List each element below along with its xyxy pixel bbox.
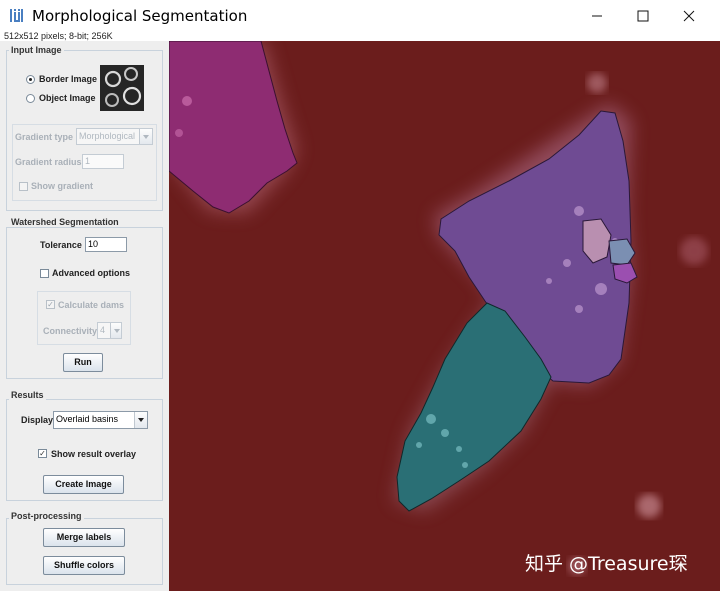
chevron-down-icon xyxy=(139,129,152,144)
border-image-label[interactable]: Border Image xyxy=(39,74,97,84)
cell-thumbnail-image xyxy=(100,65,144,111)
watershed-group-label: Watershed Segmentation xyxy=(9,217,121,227)
display-value: Overlaid basins xyxy=(56,414,119,424)
advanced-options-checkbox[interactable] xyxy=(40,269,49,278)
maximize-icon xyxy=(637,10,649,22)
tolerance-input[interactable]: 10 xyxy=(85,237,127,252)
overlaid-basins-image xyxy=(169,41,720,591)
image-canvas[interactable] xyxy=(169,41,720,591)
object-image-label[interactable]: Object Image xyxy=(39,93,96,103)
results-group-label: Results xyxy=(9,390,46,400)
minimize-button[interactable] xyxy=(574,0,620,32)
connectivity-select[interactable]: 4 xyxy=(97,322,122,339)
imagej-app-icon xyxy=(9,8,24,23)
connectivity-value: 4 xyxy=(100,325,106,335)
shuffle-colors-button[interactable]: Shuffle colors xyxy=(43,556,125,575)
close-icon xyxy=(683,10,695,22)
create-image-button[interactable]: Create Image xyxy=(43,475,124,494)
close-button[interactable] xyxy=(666,0,712,32)
window-title: Morphological Segmentation xyxy=(32,7,248,25)
gradient-type-select[interactable]: Morphological xyxy=(76,128,153,145)
input-image-group-label: Input Image xyxy=(9,45,64,55)
chevron-down-icon xyxy=(110,323,121,338)
title-bar: Morphological Segmentation xyxy=(0,0,720,32)
run-button[interactable]: Run xyxy=(63,353,103,372)
chevron-down-icon xyxy=(134,412,147,428)
advanced-options-label[interactable]: Advanced options xyxy=(52,268,130,278)
show-result-overlay-label[interactable]: Show result overlay xyxy=(51,449,136,459)
gradient-radius-label: Gradient radius xyxy=(15,157,82,167)
post-processing-group-label: Post-processing xyxy=(9,511,84,521)
minimize-icon xyxy=(592,15,602,17)
calculate-dams-checkbox[interactable]: ✓ xyxy=(46,300,55,309)
show-gradient-label: Show gradient xyxy=(31,181,94,191)
watermark-text: 知乎 @Treasure琛 xyxy=(525,553,688,575)
tolerance-label: Tolerance xyxy=(40,240,82,250)
display-label: Display xyxy=(21,415,54,425)
merge-labels-button[interactable]: Merge labels xyxy=(43,528,125,547)
gradient-radius-input[interactable]: 1 xyxy=(82,154,124,169)
connectivity-label: Connectivity xyxy=(43,326,98,336)
display-select[interactable]: Overlaid basins xyxy=(53,411,148,429)
calculate-dams-label: Calculate dams xyxy=(58,300,125,310)
border-image-radio[interactable] xyxy=(26,75,35,84)
object-image-radio[interactable] xyxy=(26,94,35,103)
show-result-overlay-checkbox[interactable]: ✓ xyxy=(38,449,47,458)
gradient-type-value: Morphological xyxy=(79,131,136,141)
maximize-button[interactable] xyxy=(620,0,666,32)
control-panel: Input Image Border Image Object Image Gr… xyxy=(0,41,169,591)
show-gradient-checkbox[interactable] xyxy=(19,182,28,191)
input-thumbnail xyxy=(100,65,144,111)
gradient-type-label: Gradient type xyxy=(15,132,74,142)
